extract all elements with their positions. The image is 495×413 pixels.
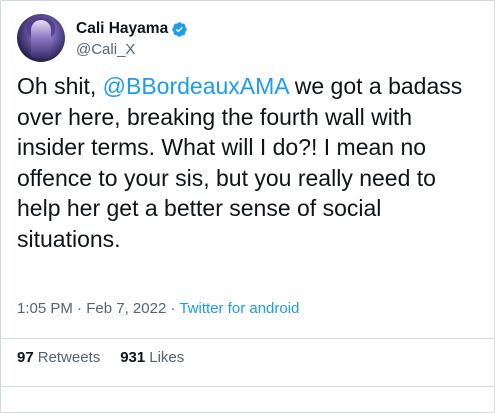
avatar[interactable] <box>17 14 65 62</box>
author-handle[interactable]: @Cali_X <box>76 41 188 58</box>
likes-label: Likes <box>149 349 185 366</box>
tweet-date[interactable]: Feb 7, 2022 <box>86 300 166 317</box>
tweet-stats: 97 Retweets 931 Likes <box>17 349 204 366</box>
retweets-count: 97 <box>17 349 34 366</box>
meta-separator: · <box>72 300 87 317</box>
tweet-meta: 1:05 PM · Feb 7, 2022 · Twitter for andr… <box>17 300 299 317</box>
display-name-row: Cali Hayama <box>76 19 188 40</box>
tweet-text-before: Oh shit, <box>17 73 103 99</box>
tweet-text: Oh shit, @BBordeauxAMA we got a badass o… <box>17 71 485 254</box>
divider <box>1 386 494 387</box>
tweet-source-link[interactable]: Twitter for android <box>179 300 299 317</box>
likes-stat[interactable]: 931 Likes <box>120 349 184 366</box>
likes-count: 931 <box>120 349 146 366</box>
mention-link[interactable]: @BBordeauxAMA <box>103 73 289 99</box>
author-display-name[interactable]: Cali Hayama <box>76 20 168 38</box>
meta-separator: · <box>166 300 180 317</box>
tweet-header: Cali Hayama @Cali_X <box>17 14 188 62</box>
tweet-time[interactable]: 1:05 PM <box>17 300 73 317</box>
verified-badge-icon <box>171 21 188 38</box>
retweets-stat[interactable]: 97 Retweets <box>17 349 100 366</box>
author-names: Cali Hayama @Cali_X <box>76 19 188 58</box>
tweet-card: Cali Hayama @Cali_X Oh shit, @BBordeauxA… <box>0 0 495 413</box>
tweet-text-after: we got a badass over here, breaking the … <box>17 73 463 252</box>
divider <box>1 338 494 339</box>
avatar-figure-shape <box>31 20 51 58</box>
retweets-label: Retweets <box>37 349 101 366</box>
